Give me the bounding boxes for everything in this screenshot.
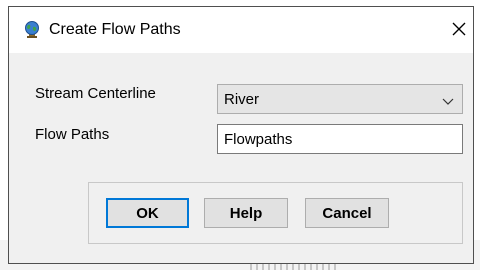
help-button[interactable]: Help — [204, 198, 288, 228]
flow-paths-label: Flow Paths — [35, 126, 110, 143]
dialog-title: Create Flow Paths — [49, 21, 181, 38]
stream-centerline-label: Stream Centerline — [35, 85, 156, 102]
stream-centerline-value: River — [224, 91, 260, 108]
chevron-down-icon[interactable] — [442, 94, 454, 105]
create-flow-paths-dialog: Create Flow Paths Stream Centerline Rive… — [8, 6, 474, 264]
globe-icon — [23, 21, 41, 39]
button-panel: OK Help Cancel — [88, 182, 463, 244]
close-icon[interactable] — [449, 19, 469, 39]
flow-paths-input[interactable] — [217, 124, 463, 154]
ok-button[interactable]: OK — [106, 198, 189, 228]
title-bar: Create Flow Paths — [9, 7, 473, 53]
stream-centerline-select[interactable]: River — [217, 84, 463, 114]
cancel-button[interactable]: Cancel — [305, 198, 389, 228]
